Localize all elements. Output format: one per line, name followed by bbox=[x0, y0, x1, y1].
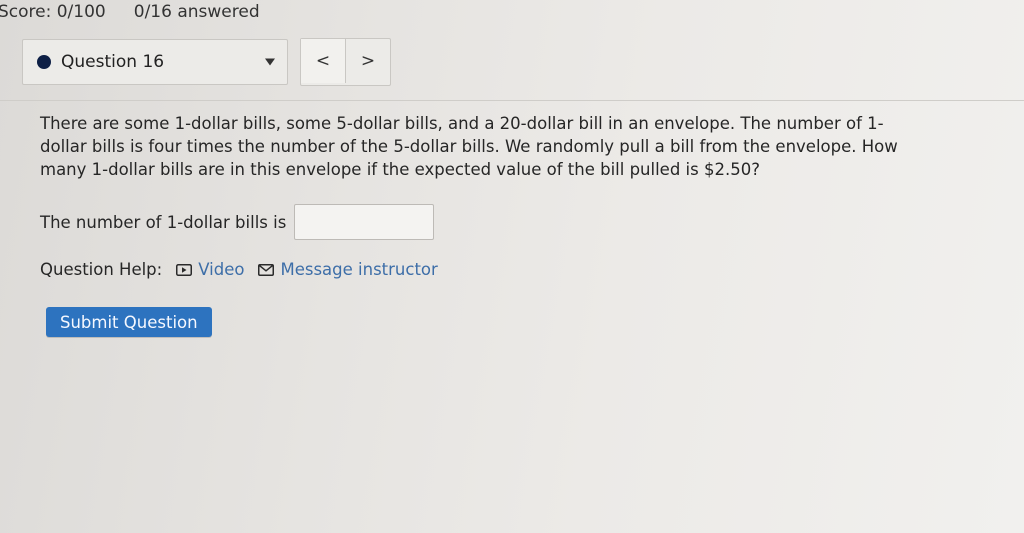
envelope-icon bbox=[258, 263, 275, 276]
answer-input[interactable] bbox=[294, 204, 435, 240]
answered-count: 0/16 answered bbox=[133, 2, 260, 22]
answer-row: The number of 1-dollar bills is bbox=[40, 204, 435, 240]
video-icon bbox=[176, 263, 193, 276]
question-text: There are some 1-dollar bills, some 5-do… bbox=[40, 114, 898, 179]
question-help-label: Question Help: bbox=[40, 260, 163, 279]
question-pager: < > bbox=[300, 38, 391, 86]
caret-down-icon bbox=[265, 58, 275, 66]
chevron-right-icon: > bbox=[360, 51, 376, 71]
message-instructor-link[interactable]: Message instructor bbox=[258, 260, 438, 279]
top-status-bar: Score: 0/100 0/16 answered bbox=[0, 0, 260, 24]
question-selector[interactable]: Question 16 bbox=[22, 39, 288, 85]
next-question-button[interactable]: > bbox=[346, 39, 390, 83]
previous-question-button[interactable]: < bbox=[301, 39, 346, 83]
divider bbox=[0, 100, 1024, 101]
submit-question-button[interactable]: Submit Question bbox=[46, 307, 212, 337]
chevron-left-icon: < bbox=[315, 51, 331, 71]
video-help-link[interactable]: Video bbox=[176, 260, 244, 279]
question-status-icon bbox=[37, 55, 51, 69]
question-help: Question Help: Video Message instructor bbox=[40, 260, 452, 279]
message-link-label: Message instructor bbox=[280, 260, 438, 279]
answer-prompt: The number of 1-dollar bills is bbox=[40, 212, 287, 232]
video-link-label: Video bbox=[198, 260, 245, 279]
score-text: Score: 0/100 bbox=[0, 2, 106, 22]
question-nav: Question 16 < > bbox=[22, 38, 391, 86]
question-selector-label: Question 16 bbox=[61, 52, 165, 72]
